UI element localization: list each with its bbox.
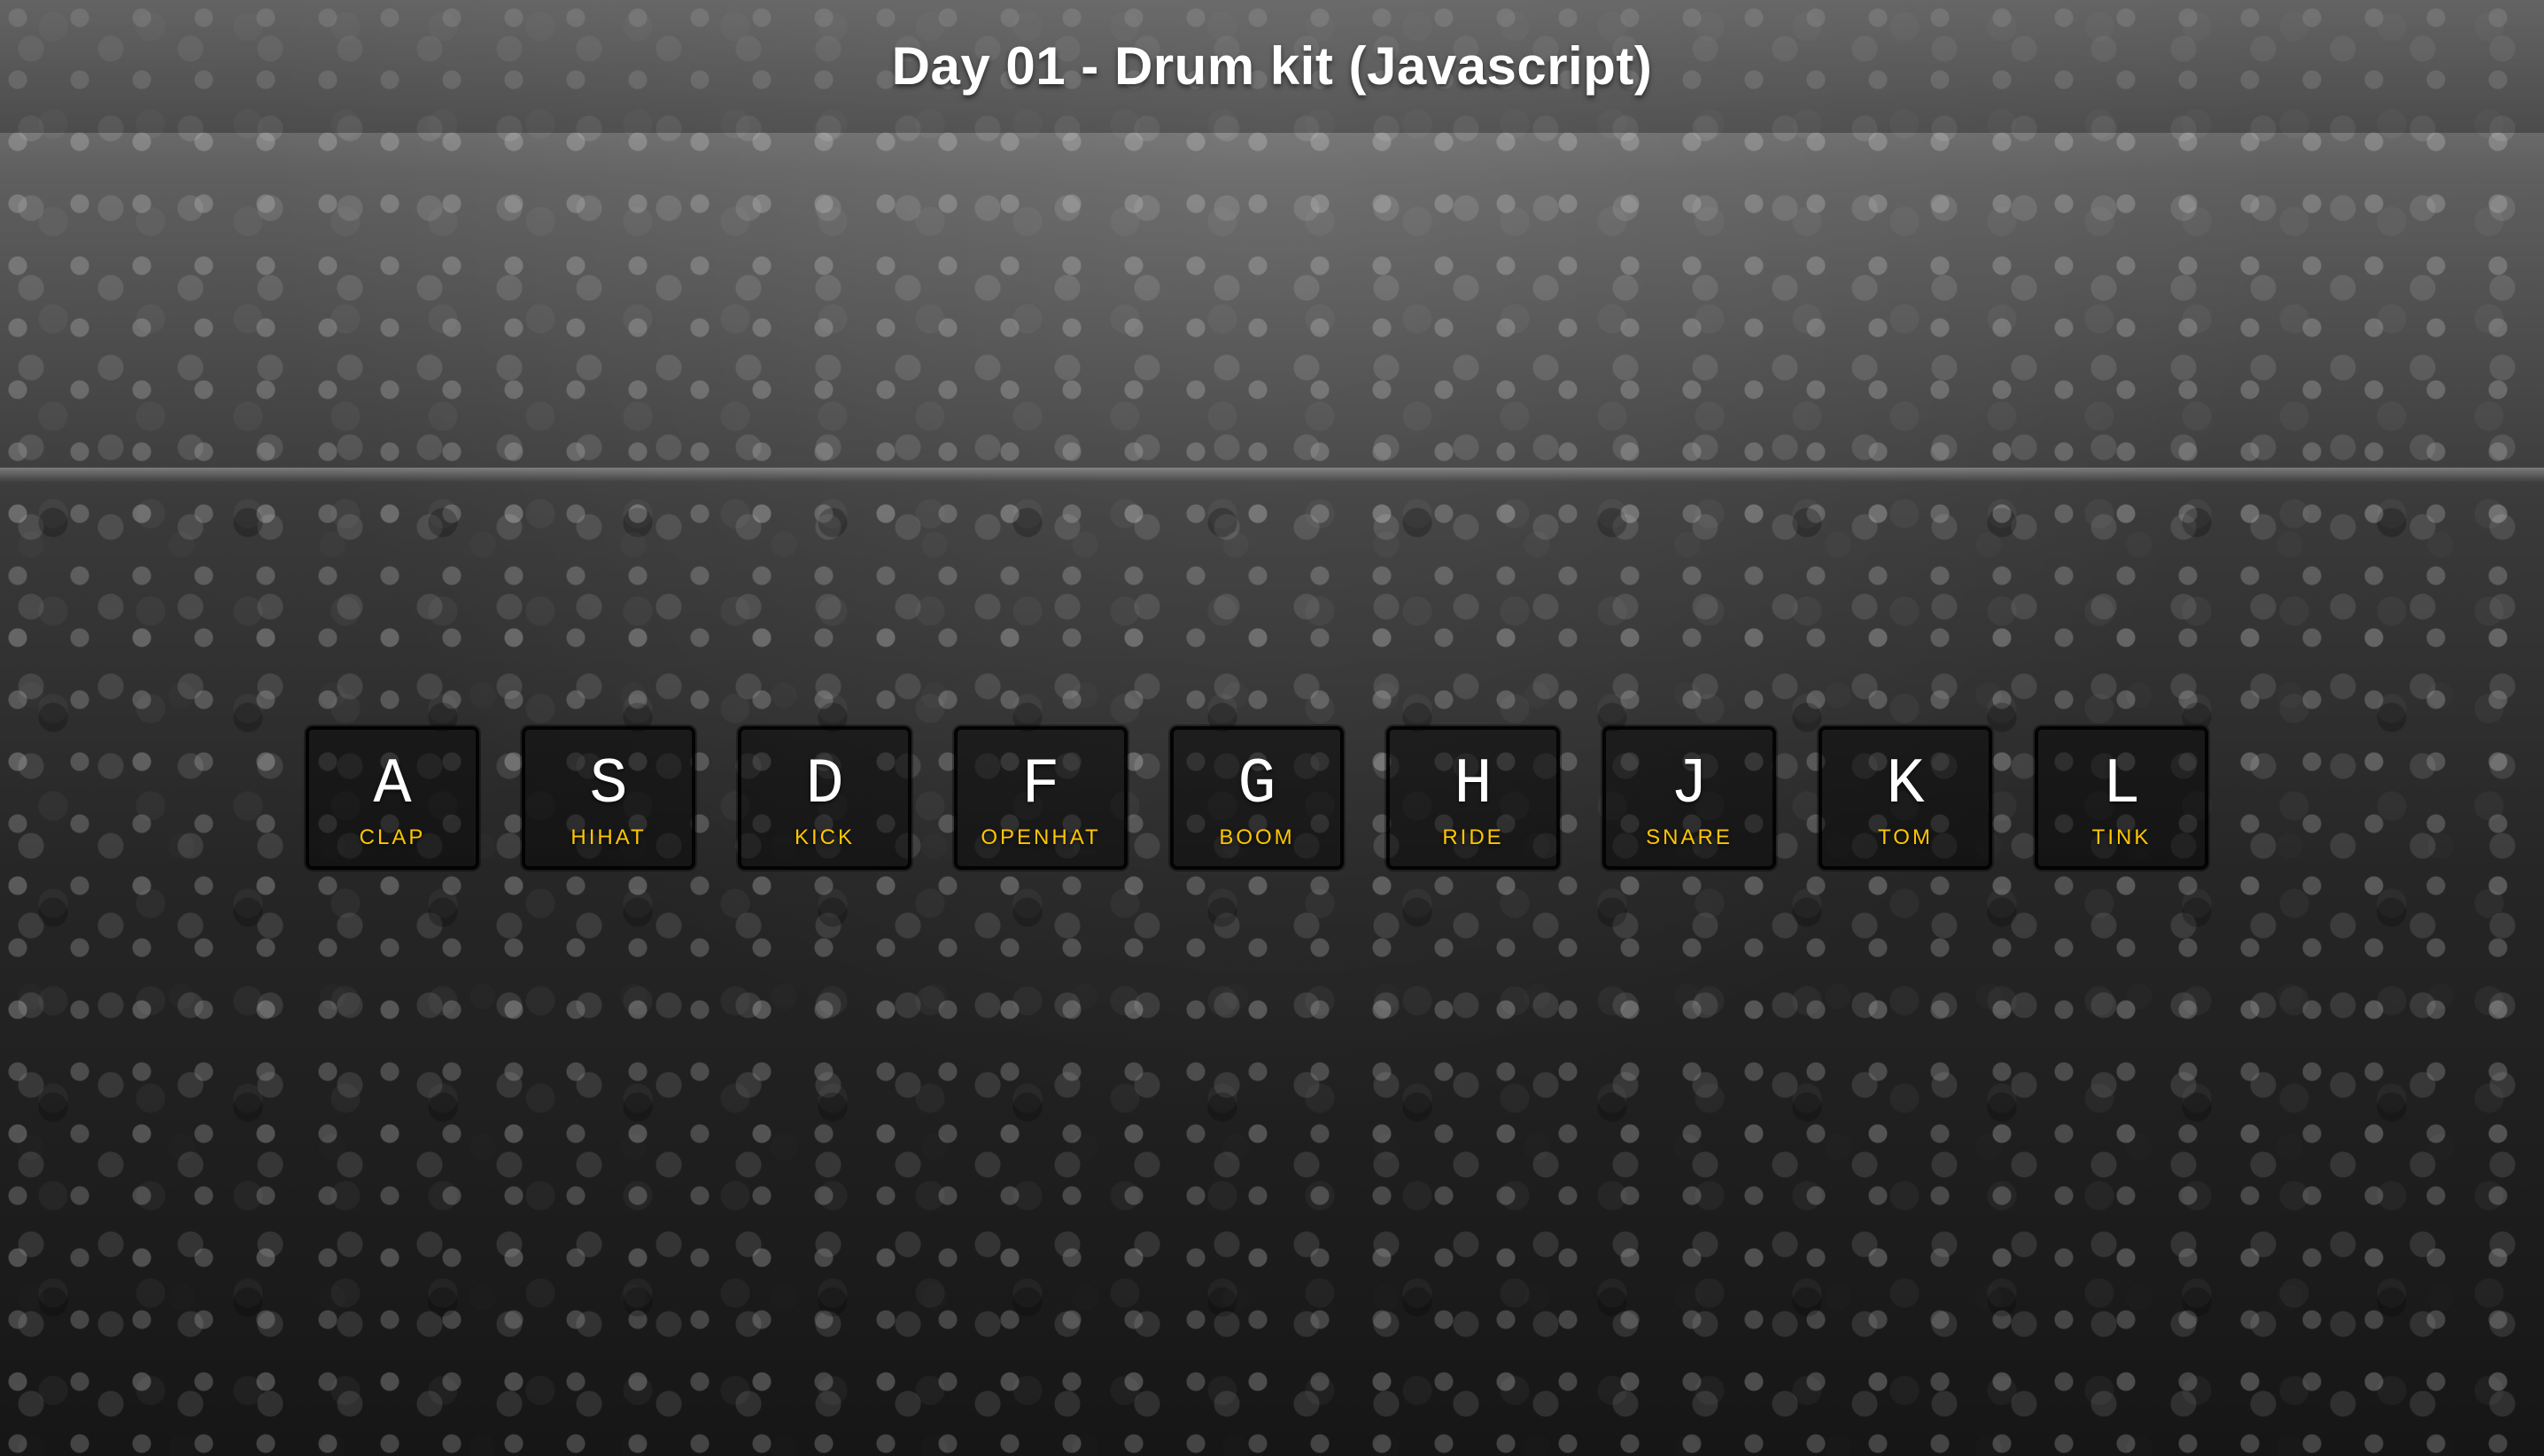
drum-key-a[interactable]: A CLAP <box>306 726 479 870</box>
key-letter: S <box>589 748 628 821</box>
key-letter: G <box>1237 748 1276 821</box>
key-sound-label: TOM <box>1878 825 1933 849</box>
drum-key-g[interactable]: G BOOM <box>1170 726 1344 870</box>
stadium-rail <box>0 468 2544 482</box>
key-letter: K <box>1886 748 1925 821</box>
key-sound-label: KICK <box>794 825 855 849</box>
key-sound-label: TINK <box>2091 825 2152 849</box>
key-letter: A <box>373 748 412 821</box>
key-sound-label: RIDE <box>1442 825 1504 849</box>
key-sound-label: HIHAT <box>570 825 647 849</box>
key-letter: J <box>1670 748 1709 821</box>
key-sound-label: SNARE <box>1646 825 1733 849</box>
key-sound-label: OPENHAT <box>981 825 1101 849</box>
drum-key-f[interactable]: F OPENHAT <box>954 726 1128 870</box>
drum-key-l[interactable]: L TINK <box>2035 726 2208 870</box>
key-letter: D <box>805 748 844 821</box>
drum-keys: A CLAP S HIHAT D KICK F OPENHAT G BOOM H… <box>306 726 2208 870</box>
key-letter: H <box>1454 748 1493 821</box>
drum-key-j[interactable]: J SNARE <box>1602 726 1776 870</box>
app-root: Day 01 - Drum kit (Javascript) A CLAP S … <box>0 0 2544 1456</box>
page-title: Day 01 - Drum kit (Javascript) <box>891 36 1653 96</box>
drum-key-s[interactable]: S HIHAT <box>522 726 695 870</box>
drum-key-d[interactable]: D KICK <box>738 726 911 870</box>
key-letter: L <box>2102 748 2141 821</box>
drum-key-h[interactable]: H RIDE <box>1386 726 1560 870</box>
key-sound-label: CLAP <box>359 825 426 849</box>
key-letter: F <box>1021 748 1060 821</box>
key-sound-label: BOOM <box>1219 825 1295 849</box>
drum-key-k[interactable]: K TOM <box>1819 726 1992 870</box>
crowd-background-lower <box>0 496 2544 1456</box>
